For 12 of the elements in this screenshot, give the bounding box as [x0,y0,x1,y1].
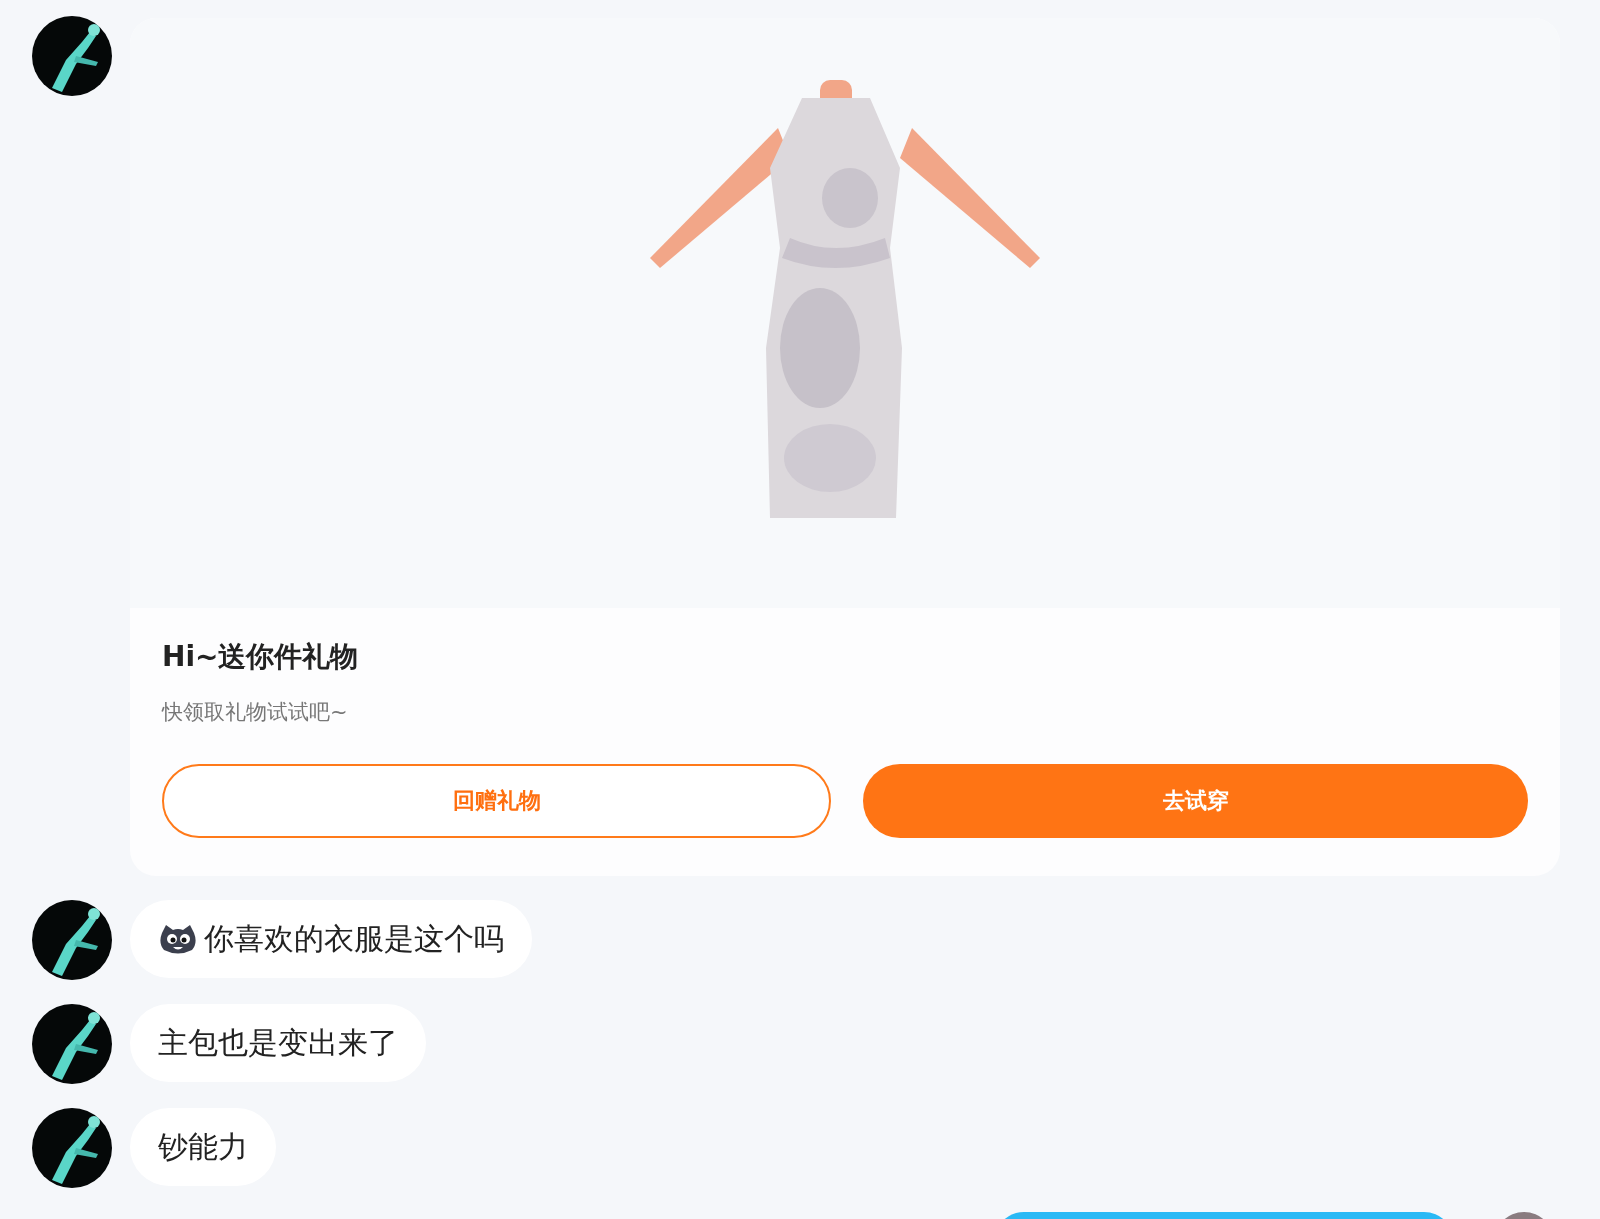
message-text: 钞能力 [158,1127,248,1166]
avatar[interactable] [32,1108,112,1188]
avatar[interactable] [32,1004,112,1084]
message-text: 你喜欢的衣服是这个吗 [204,919,504,958]
cat-emoji-icon [158,923,198,955]
avatar[interactable] [32,900,112,980]
return-gift-button[interactable]: 回赠礼物 [162,764,831,838]
try-on-button[interactable]: 去试穿 [863,764,1528,838]
message-text: 主包也是变出来了 [158,1023,398,1062]
gift-subtitle: 快领取礼物试试吧~ [162,699,349,726]
gift-title: Hi~送你件礼物 [162,639,360,675]
avatar[interactable] [32,16,112,96]
